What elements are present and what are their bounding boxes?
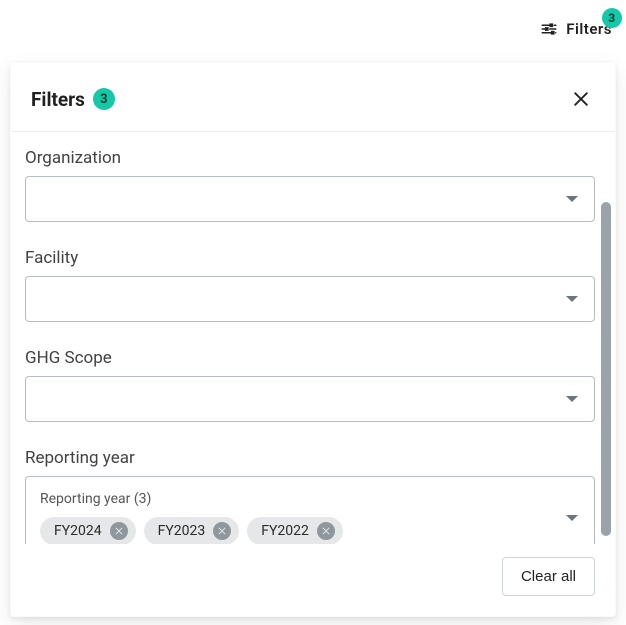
filters-panel-title: Filters [31, 88, 85, 111]
field-reporting-year: Reporting year Reporting year (3) FY2024… [25, 448, 595, 544]
reporting-year-chip: FY2024 [40, 517, 136, 544]
filters-scroll-area[interactable]: Organization Facility GHG Scope [11, 132, 615, 544]
field-facility: Facility [25, 248, 595, 322]
chip-label: FY2024 [54, 523, 102, 539]
chip-remove-button[interactable] [110, 522, 128, 540]
close-icon [321, 526, 331, 536]
reporting-year-select[interactable]: Reporting year (3) FY2024 FY2023 FY2022 [25, 476, 595, 544]
chip-remove-button[interactable] [317, 522, 335, 540]
close-icon [571, 89, 591, 109]
filters-panel: Filters 3 Organization Facility [10, 62, 616, 617]
chevron-down-icon [566, 515, 578, 521]
reporting-year-chip: FY2023 [144, 517, 240, 544]
close-icon [217, 526, 227, 536]
chip-remove-button[interactable] [213, 522, 231, 540]
field-organization: Organization [25, 148, 595, 222]
facility-select[interactable] [25, 276, 595, 322]
chevron-down-icon [566, 396, 578, 402]
field-ghg-scope: GHG Scope [25, 348, 595, 422]
chevron-down-icon [566, 296, 578, 302]
field-label: GHG Scope [25, 348, 595, 368]
clear-all-button[interactable]: Clear all [502, 557, 595, 596]
chip-label: FY2023 [158, 523, 206, 539]
tune-icon [540, 20, 558, 38]
scrollbar-thumb[interactable] [601, 202, 611, 536]
close-icon [114, 526, 124, 536]
reporting-year-chip: FY2022 [247, 517, 343, 544]
filters-panel-header: Filters 3 [11, 63, 615, 132]
field-label: Organization [25, 148, 595, 168]
field-label: Reporting year [25, 448, 595, 468]
close-button[interactable] [567, 85, 595, 113]
reporting-year-chip-row: FY2024 FY2023 FY2022 [40, 517, 548, 544]
reporting-year-inner-label: Reporting year (3) [40, 491, 548, 507]
filters-trigger-button[interactable]: Filters 3 [540, 20, 612, 38]
filters-panel-body: Organization Facility GHG Scope [11, 132, 615, 544]
filters-panel-footer: Clear all [11, 544, 615, 616]
organization-select[interactable] [25, 176, 595, 222]
chevron-down-icon [566, 196, 578, 202]
filters-trigger-count-badge: 3 [602, 8, 622, 28]
chip-label: FY2022 [261, 523, 309, 539]
filters-panel-count-badge: 3 [93, 88, 115, 110]
field-label: Facility [25, 248, 595, 268]
ghg-scope-select[interactable] [25, 376, 595, 422]
